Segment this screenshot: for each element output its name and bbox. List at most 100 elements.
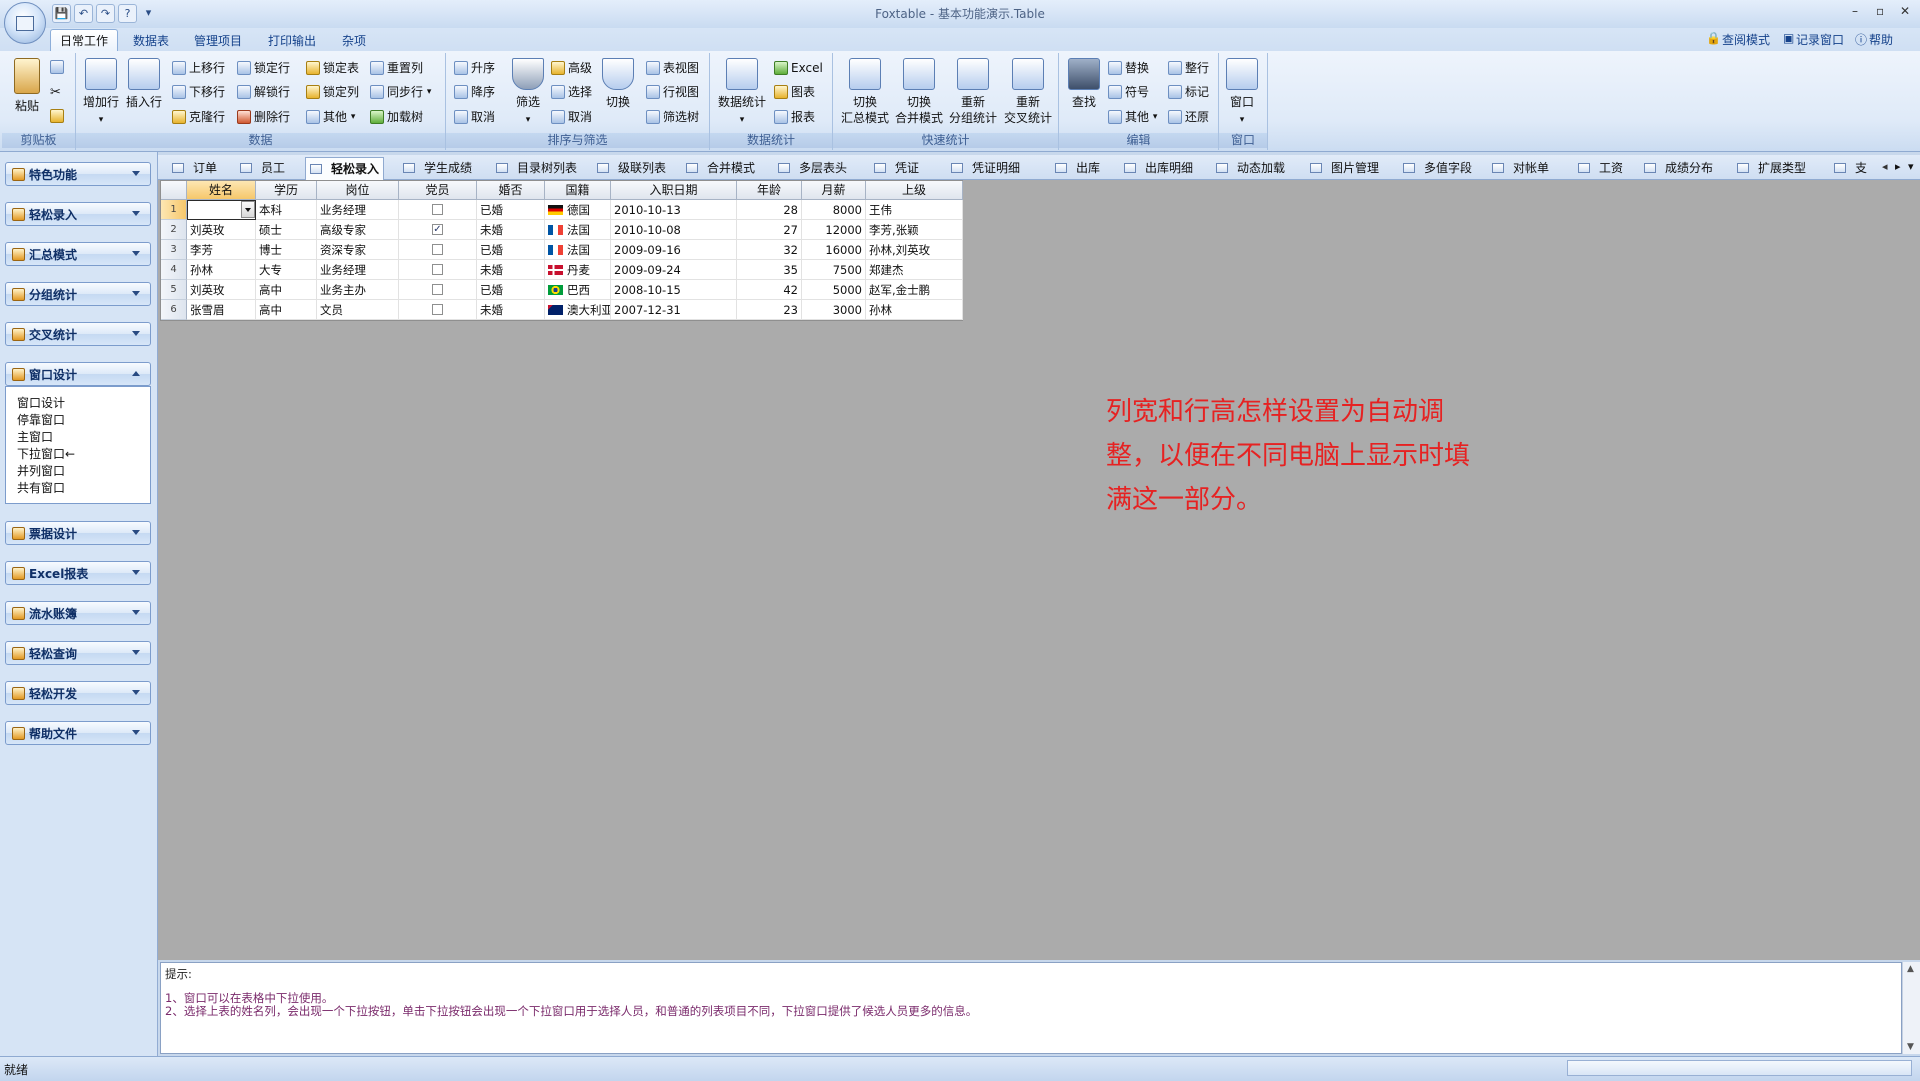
row-header[interactable]: 2: [161, 220, 187, 240]
data-stats-button[interactable]: 数据统计 ▾: [716, 58, 768, 128]
column-header-nationality[interactable]: 国籍: [545, 181, 611, 200]
cell-dropdown-button[interactable]: [241, 201, 255, 218]
nav-header-journal[interactable]: 流水账簿: [5, 601, 151, 625]
nav-header-voucher-design[interactable]: 票据设计: [5, 521, 151, 545]
row-header[interactable]: 5: [161, 280, 187, 300]
table-view-button[interactable]: 表视图: [646, 58, 699, 78]
cell-hire-date[interactable]: 2007-12-31: [611, 300, 737, 320]
cell-education[interactable]: 高中: [256, 280, 317, 300]
doc-tab-15[interactable]: 多值字段: [1403, 159, 1472, 177]
doc-tab-13[interactable]: 动态加载: [1216, 159, 1285, 177]
scroll-down-icon[interactable]: ▼: [1907, 1042, 1914, 1052]
doc-tab-4[interactable]: 学生成绩: [403, 159, 472, 177]
tab-manage-project[interactable]: 管理项目: [185, 31, 251, 51]
cell-education[interactable]: 博士: [256, 240, 317, 260]
copy-icon[interactable]: [50, 60, 67, 77]
doc-tab-10[interactable]: 凭证明细: [951, 159, 1020, 177]
checkbox-unchecked[interactable]: [432, 244, 443, 255]
nav-item-window-design-1[interactable]: 窗口设计: [17, 394, 65, 411]
minimize-button[interactable]: –: [1852, 4, 1858, 18]
cell-education[interactable]: 硕士: [256, 220, 317, 240]
sort-cancel-button[interactable]: 取消: [454, 107, 495, 127]
cell-age[interactable]: 42: [737, 280, 802, 300]
edit-other-button[interactable]: 其他 ▾: [1108, 107, 1157, 127]
data-other-button[interactable]: 其他 ▾: [306, 107, 355, 127]
cancel-filter-button[interactable]: 取消: [551, 107, 592, 127]
column-header-education[interactable]: 学历: [256, 181, 317, 200]
close-button[interactable]: ✕: [1900, 4, 1910, 18]
cell-hire-date[interactable]: 2010-10-08: [611, 220, 737, 240]
cell-position[interactable]: 业务主办: [317, 280, 399, 300]
filter-button[interactable]: 筛选 ▾: [510, 58, 546, 128]
app-menu-button[interactable]: [4, 2, 46, 44]
cell-party-member[interactable]: ✓: [399, 220, 477, 240]
cell-salary[interactable]: 7500: [802, 260, 866, 280]
row-header[interactable]: 6: [161, 300, 187, 320]
cell-supervisor[interactable]: 孙林,刘英玫: [866, 240, 963, 260]
cell-hire-date[interactable]: 2009-09-24: [611, 260, 737, 280]
nav-header-cross-stats[interactable]: 交叉统计: [5, 322, 151, 346]
cell-age[interactable]: 28: [737, 200, 802, 220]
tab-scroll-right-icon[interactable]: ▸: [1895, 160, 1901, 173]
tab-daily-work[interactable]: 日常工作: [50, 29, 119, 52]
doc-tab-2[interactable]: 员工: [240, 159, 285, 177]
cell-position[interactable]: 资深专家: [317, 240, 399, 260]
doc-tab-20[interactable]: 支: [1834, 159, 1867, 177]
clone-row-button[interactable]: 克隆行: [172, 107, 225, 127]
column-header-position[interactable]: 岗位: [317, 181, 399, 200]
nav-header-easy-entry[interactable]: 轻松录入: [5, 202, 151, 226]
cell-nationality[interactable]: 巴西: [545, 280, 611, 300]
cell-hire-date[interactable]: 2009-09-16: [611, 240, 737, 260]
cell-salary[interactable]: 3000: [802, 300, 866, 320]
whole-row-button[interactable]: 整行: [1168, 58, 1209, 78]
cell-name[interactable]: 张雪眉: [187, 300, 256, 320]
advanced-filter-button[interactable]: 高级: [551, 58, 592, 78]
cell-marital-status[interactable]: 已婚: [477, 240, 545, 260]
doc-tab-6[interactable]: 级联列表: [597, 159, 666, 177]
replace-button[interactable]: 替换: [1108, 58, 1149, 78]
cell-nationality[interactable]: 丹麦: [545, 260, 611, 280]
cell-position[interactable]: 业务经理: [317, 260, 399, 280]
cell-supervisor[interactable]: 赵军,金士鹏: [866, 280, 963, 300]
checkbox-unchecked[interactable]: [432, 204, 443, 215]
nav-header-excel-report[interactable]: Excel报表: [5, 561, 151, 585]
cell-salary[interactable]: 12000: [802, 220, 866, 240]
checkbox-unchecked[interactable]: [432, 284, 443, 295]
row-view-button[interactable]: 行视图: [646, 82, 699, 102]
cell-nationality[interactable]: 德国: [545, 200, 611, 220]
cell-nationality[interactable]: 法国: [545, 220, 611, 240]
cell-nationality[interactable]: 法国: [545, 240, 611, 260]
filter-tree-button[interactable]: 筛选树: [646, 107, 699, 127]
cell-party-member[interactable]: [399, 260, 477, 280]
nav-item-window-design-6[interactable]: 共有窗口: [17, 479, 65, 496]
switch-merge-mode-button[interactable]: 切换 合并模式: [892, 58, 946, 126]
cell-age[interactable]: 27: [737, 220, 802, 240]
cell-name[interactable]: 孙林: [187, 260, 256, 280]
column-header-age[interactable]: 年龄: [737, 181, 802, 200]
cell-age[interactable]: 32: [737, 240, 802, 260]
row-header[interactable]: 4: [161, 260, 187, 280]
switch-summary-mode-button[interactable]: 切换 汇总模式: [838, 58, 892, 126]
nav-item-window-design-3[interactable]: 主窗口: [17, 428, 53, 445]
cell-position[interactable]: 文员: [317, 300, 399, 320]
switch-filter-button[interactable]: 切换: [600, 58, 636, 110]
sort-desc-button[interactable]: 降序: [454, 82, 495, 102]
cell-education[interactable]: 本科: [256, 200, 317, 220]
column-header-salary[interactable]: 月薪: [802, 181, 866, 200]
cell-supervisor[interactable]: 李芳,张颖: [866, 220, 963, 240]
cell-position[interactable]: 业务经理: [317, 200, 399, 220]
doc-tab-19[interactable]: 扩展类型: [1737, 159, 1806, 177]
cell-marital-status[interactable]: 未婚: [477, 220, 545, 240]
excel-button[interactable]: Excel: [774, 58, 823, 78]
doc-tab-18[interactable]: 成绩分布: [1644, 159, 1713, 177]
delete-row-button[interactable]: 删除行: [237, 107, 290, 127]
tab-data-table[interactable]: 数据表: [124, 31, 178, 51]
nav-item-window-design-4[interactable]: 下拉窗口←: [17, 445, 75, 462]
cell-name[interactable]: 刘英玫: [187, 220, 256, 240]
cell-supervisor[interactable]: 王伟: [866, 200, 963, 220]
doc-tab-17[interactable]: 工资: [1578, 159, 1623, 177]
cell-age[interactable]: 35: [737, 260, 802, 280]
doc-tab-12[interactable]: 出库明细: [1124, 159, 1193, 177]
doc-tab-9[interactable]: 凭证: [874, 159, 919, 177]
nav-header-easy-dev[interactable]: 轻松开发: [5, 681, 151, 705]
